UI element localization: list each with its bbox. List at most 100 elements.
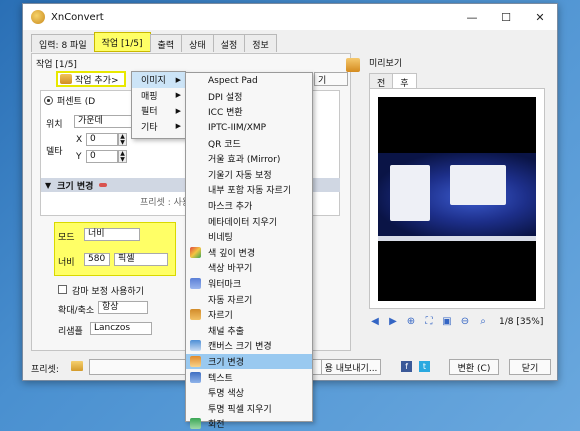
remove-action-icon[interactable] [99, 183, 108, 187]
prev-icon[interactable]: ◀ [369, 316, 381, 328]
submenu-item[interactable]: 거울 효과 (Mirror) [186, 151, 312, 167]
tab-about[interactable]: 정보 [244, 34, 277, 52]
x-stepper[interactable]: ▲ ▼ [118, 133, 127, 146]
unit-select[interactable]: 픽셀 [114, 253, 168, 266]
tab-status[interactable]: 상태 [181, 34, 214, 52]
minimize-button[interactable]: — [455, 4, 489, 30]
fit-icon[interactable]: ⛶ [423, 316, 435, 328]
submenu-item[interactable]: 비네팅 [186, 229, 312, 245]
menu-item-image[interactable]: 이미지 ▶ [132, 72, 185, 88]
title-bar: XnConvert — ☐ ✕ [23, 4, 557, 30]
close-button[interactable]: ✕ [523, 4, 557, 30]
width-input[interactable]: 580 [84, 253, 110, 266]
submenu-item-label: 내부 포함 자동 자르기 [208, 186, 292, 197]
zoom-label: 확대/축소 [58, 306, 95, 316]
submenu-item[interactable]: QR 코드 [186, 135, 312, 151]
actual-size-icon[interactable]: ▣ [441, 316, 453, 328]
submenu-item[interactable]: 내부 포함 자동 자르기 [186, 182, 312, 198]
menu-item-label: 매핑 [141, 91, 158, 102]
zoom-select[interactable]: 항상 [98, 301, 148, 314]
submenu-item[interactable]: 투명 픽셀 지우기 [186, 400, 312, 416]
menu-item-label: 필터 [141, 107, 158, 118]
menu-item-filter[interactable]: 필터 ▶ [132, 103, 185, 119]
mode-label: 모드 [58, 233, 75, 243]
submenu-item[interactable]: 크기 변경 [186, 353, 312, 370]
folder-icon[interactable] [71, 361, 83, 371]
submenu-item[interactable]: 회전 [186, 416, 312, 431]
submenu-item-label: ICC 변환 [208, 108, 243, 119]
radio-icon [44, 96, 53, 105]
close-dialog-button[interactable]: 닫기 [509, 359, 551, 375]
next-icon[interactable]: ▶ [387, 316, 399, 328]
twitter-icon[interactable]: t [419, 361, 430, 372]
submenu-item[interactable]: 색상 바꾸기 [186, 260, 312, 276]
submenu-item[interactable]: Aspect Pad [186, 73, 312, 89]
rotate-icon [190, 418, 201, 430]
facebook-icon[interactable]: f [401, 361, 412, 372]
submenu-item[interactable]: 자르기 [186, 307, 312, 323]
crop-icon [190, 309, 201, 321]
x-label: X [76, 135, 83, 145]
search-icon[interactable]: ⌕ [477, 316, 489, 328]
submenu-item[interactable]: IPTC-IIM/XMP [186, 120, 312, 136]
gamma-label: 감마 보정 사용하기 [72, 287, 144, 297]
tab-input[interactable]: 입력: 8 파일 [31, 34, 95, 52]
tab-output[interactable]: 출력 [149, 34, 183, 52]
submenu-item[interactable]: 투명 색상 [186, 385, 312, 401]
percent-radio-label: 퍼센트 (D [57, 97, 96, 107]
submenu-item[interactable]: 채널 추출 [186, 323, 312, 339]
submenu-arrow-icon: ▶ [175, 106, 181, 115]
submenu-item-label: 거울 효과 (Mirror) [208, 155, 281, 166]
percent-radio[interactable]: 퍼센트 (D [44, 94, 95, 107]
resample-select[interactable]: Lanczos [90, 322, 152, 335]
section-title: 크기 변경 [57, 181, 94, 192]
export-button[interactable]: 용 내보내기... [321, 359, 381, 375]
gamma-checkbox[interactable] [58, 285, 67, 294]
submenu-item[interactable]: 기울기 자동 보정 [186, 167, 312, 183]
position-select[interactable]: 가운데 [74, 115, 134, 128]
submenu-item[interactable]: 캔버스 크기 변경 [186, 338, 312, 354]
tab-settings[interactable]: 설정 [212, 34, 246, 52]
add-action-label: 작업 추가> [75, 75, 119, 86]
submenu-item[interactable]: 텍스트 [186, 369, 312, 385]
submenu-item-label: DPI 설정 [208, 92, 243, 103]
submenu-item-label: 비네팅 [208, 233, 233, 244]
submenu-item-label: 기울기 자동 보정 [208, 170, 272, 181]
submenu-item[interactable]: 메타데이터 지우기 [186, 213, 312, 229]
mode-select[interactable]: 너비 [84, 228, 140, 241]
context-menu-thumbnail [390, 165, 430, 221]
zoom-in-icon[interactable]: ⊕ [405, 316, 417, 328]
window-title: XnConvert [51, 11, 104, 23]
convert-button[interactable]: 변환 (C) [449, 359, 499, 375]
delta-label: 델타 [46, 147, 63, 157]
add-action-button[interactable]: 작업 추가> [56, 71, 126, 87]
partial-button[interactable]: 기 [314, 72, 348, 86]
submenu-item[interactable]: DPI 설정 [186, 89, 312, 105]
position-label: 위치 [46, 120, 63, 130]
x-input[interactable]: 0 [86, 133, 118, 146]
submenu-item[interactable]: 색 깊이 변경 [186, 245, 312, 261]
submenu-item-label: 자르기 [208, 311, 233, 322]
submenu-item-label: 메타데이터 지우기 [208, 217, 278, 228]
submenu-item[interactable]: 자동 자르기 [186, 291, 312, 307]
canvas-size-icon [190, 340, 201, 352]
y-label: Y [76, 152, 82, 162]
submenu-item[interactable]: 마스크 추가 [186, 198, 312, 214]
menu-item-label: 기타 [141, 122, 158, 133]
preview-toggle-icon[interactable] [346, 58, 360, 72]
tab-actions[interactable]: 작업 [1/5] [93, 32, 151, 52]
preview-toolbar: ◀ ▶ ⊕ ⛶ ▣ ⊖ ⌕ 1/8 [35%] [369, 315, 549, 329]
menu-item-map[interactable]: 매핑 ▶ [132, 88, 185, 104]
submenu-item[interactable]: 워터마크 [186, 276, 312, 292]
app-logo-icon [31, 10, 45, 24]
maximize-button[interactable]: ☐ [489, 4, 523, 30]
preview-panel: 미리보기 전 후 ◀ ▶ ⊕ ⛶ ▣ ⊖ ⌕ 1/8 [35%] [367, 53, 550, 351]
y-input[interactable]: 0 [86, 150, 118, 163]
submenu-item-label: 투명 색상 [208, 389, 244, 400]
y-stepper[interactable]: ▲ ▼ [118, 150, 127, 163]
submenu-item-label: 마스크 추가 [208, 202, 253, 213]
color-depth-icon [190, 246, 201, 258]
submenu-item[interactable]: ICC 변환 [186, 104, 312, 120]
zoom-out-icon[interactable]: ⊖ [459, 316, 471, 328]
menu-item-misc[interactable]: 기타 ▶ [132, 119, 185, 135]
